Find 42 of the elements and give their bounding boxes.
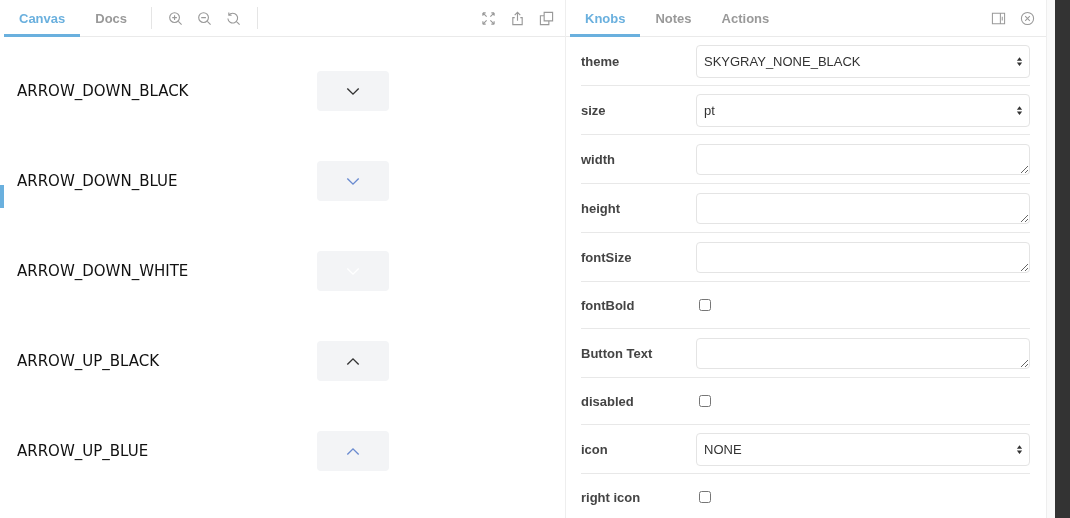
tab[interactable]: Canvas [4, 0, 81, 37]
tab[interactable]: Actions [706, 0, 785, 37]
sort-arrows-icon [1016, 55, 1023, 67]
knob-label: fontBold [581, 297, 636, 313]
close-icon[interactable] [1020, 10, 1035, 26]
tab[interactable]: Knobs [570, 0, 641, 37]
checkbox[interactable] [699, 395, 711, 407]
copy-icon[interactable] [539, 10, 554, 26]
story-label: ARROW_UP_BLACK [16, 352, 161, 370]
knob-label: Button Text [581, 345, 654, 361]
knob-label: size [581, 102, 607, 118]
checkbox[interactable] [699, 491, 711, 503]
text-field[interactable] [696, 337, 1030, 369]
story-label: ARROW_DOWN_BLUE [16, 172, 179, 190]
panel-layout-icon[interactable] [991, 10, 1006, 26]
zoom-out-icon[interactable] [197, 10, 213, 26]
reset-zoom-icon[interactable] [226, 10, 242, 26]
text-field[interactable] [696, 241, 1030, 273]
story-label: ARROW_DOWN_WHITE [16, 262, 190, 280]
fullscreen-icon[interactable] [481, 10, 496, 26]
knob-label: icon [581, 441, 609, 457]
story-label: ARROW_DOWN_BLACK [16, 82, 190, 100]
tab[interactable]: Docs [80, 0, 143, 37]
sort-arrows-icon [1016, 443, 1023, 455]
zoom-in-icon[interactable] [168, 10, 184, 26]
knob-label: width [581, 151, 616, 167]
tab[interactable]: Notes [640, 0, 707, 37]
knob-label: theme [581, 53, 621, 69]
knob-label: disabled [581, 393, 635, 409]
knob-label: right icon [581, 489, 642, 505]
text-field[interactable] [696, 192, 1030, 224]
text-field[interactable] [696, 143, 1030, 175]
story-label: ARROW_UP_BLUE [16, 442, 150, 460]
select-field[interactable]: pt [696, 93, 1030, 127]
select-field[interactable]: SKYGRAY_NONE_BLACK [696, 44, 1030, 78]
share-icon[interactable] [510, 10, 525, 26]
select-field[interactable]: NONE [696, 432, 1030, 466]
knob-label: fontSize [581, 249, 633, 265]
checkbox[interactable] [699, 299, 711, 311]
knob-label: height [581, 200, 621, 216]
panel-edge-marker [0, 185, 4, 208]
sort-arrows-icon [1016, 104, 1023, 116]
